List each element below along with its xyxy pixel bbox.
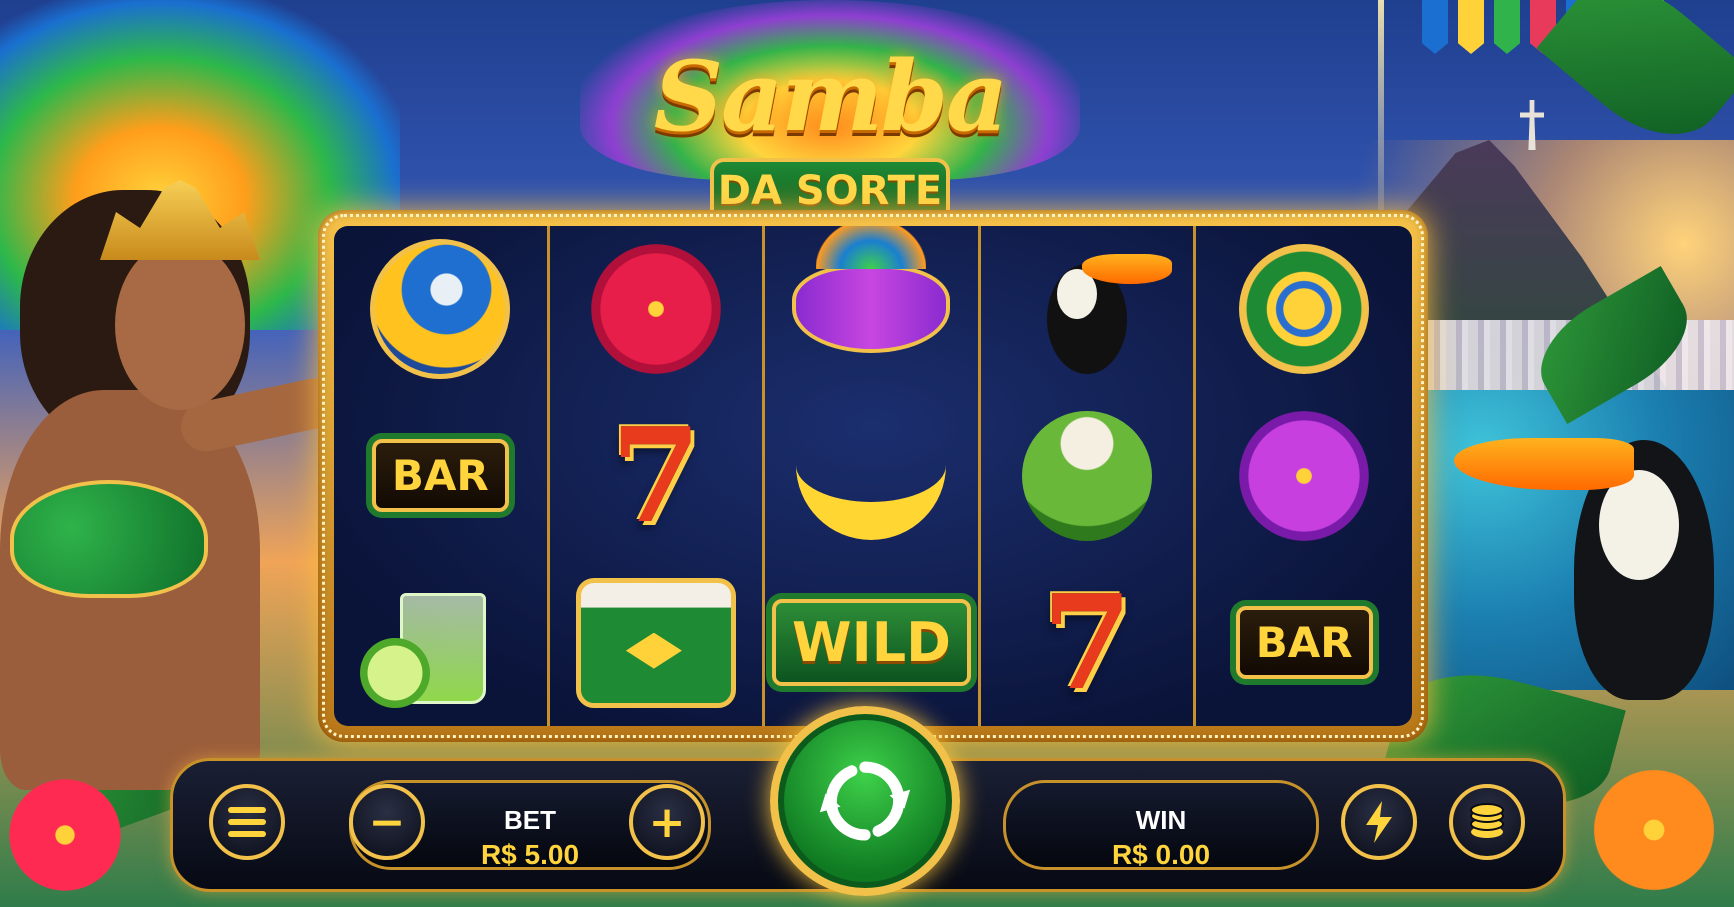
menu-button[interactable]: [209, 784, 285, 860]
turbo-button[interactable]: [1341, 784, 1417, 860]
parrot-icon: [370, 239, 511, 380]
reel-cell: [550, 226, 763, 393]
banana-icon: [796, 412, 947, 540]
dancer-costume: [10, 480, 208, 598]
spin-button[interactable]: [770, 706, 960, 896]
game-logo: Samba DA SORTE: [560, 0, 1100, 224]
hibiscus-red-icon: [590, 244, 721, 375]
reel-cell: [981, 226, 1194, 393]
bet-increase-button[interactable]: +: [629, 784, 705, 860]
reel-cell: [1196, 226, 1412, 393]
reel-cell: [334, 226, 547, 393]
reel-5: BAR: [1196, 226, 1412, 726]
toucan-mascot: [1454, 420, 1734, 720]
hibiscus-purple-icon: [1239, 410, 1370, 541]
spin-icon: [819, 761, 911, 841]
toucan-icon: [1027, 244, 1173, 375]
minus-icon: −: [368, 796, 406, 848]
brazil-coin-icon: [1239, 244, 1370, 375]
bar-symbol: BAR: [1235, 606, 1373, 680]
reel-cell: [765, 226, 978, 393]
reel-cell: BAR: [334, 393, 547, 560]
samba-dancer: [0, 0, 400, 790]
game-title: Samba: [653, 40, 1008, 153]
reel-2: 7: [550, 226, 766, 726]
reel-cell: [334, 559, 547, 726]
reel-4: 7: [981, 226, 1197, 726]
reels-grid: BAR 7 WILD 7 BAR: [334, 226, 1412, 726]
bar-symbol: BAR: [371, 439, 509, 513]
reel-cell: 7: [981, 559, 1194, 726]
win-display: WIN R$ 0.00: [1003, 780, 1319, 870]
caipirinha-icon: [360, 578, 520, 708]
reel-cell: BAR: [1196, 559, 1412, 726]
menu-icon: [228, 807, 266, 837]
drum-icon: [575, 577, 736, 708]
win-label: WIN: [1135, 805, 1187, 835]
seven-symbol: 7: [610, 398, 702, 552]
hibiscus-flower: [0, 770, 130, 900]
reel-cell: WILD: [765, 559, 978, 726]
reel-1: BAR: [334, 226, 550, 726]
coconut-drink-icon: [1022, 410, 1153, 541]
reel-3: WILD: [765, 226, 981, 726]
reel-cell: 7: [550, 393, 763, 560]
reel-cell: [550, 559, 763, 726]
wild-symbol: WILD: [772, 599, 971, 687]
coins-icon: [1470, 803, 1504, 838]
seven-symbol: 7: [1041, 565, 1133, 719]
plus-icon: +: [648, 796, 686, 848]
bet-decrease-button[interactable]: −: [349, 784, 425, 860]
dancer-face: [115, 240, 245, 410]
reel-cell: [765, 393, 978, 560]
reels-frame: BAR 7 WILD 7 BAR: [318, 210, 1428, 742]
reel-cell: [981, 393, 1194, 560]
win-value: R$ 0.00: [1111, 839, 1211, 870]
reel-cell: [1196, 393, 1412, 560]
carnival-mask-icon: [792, 226, 951, 354]
lightning-icon: [1366, 801, 1392, 843]
coins-button[interactable]: [1449, 784, 1525, 860]
hibiscus-flower: [1584, 760, 1724, 900]
